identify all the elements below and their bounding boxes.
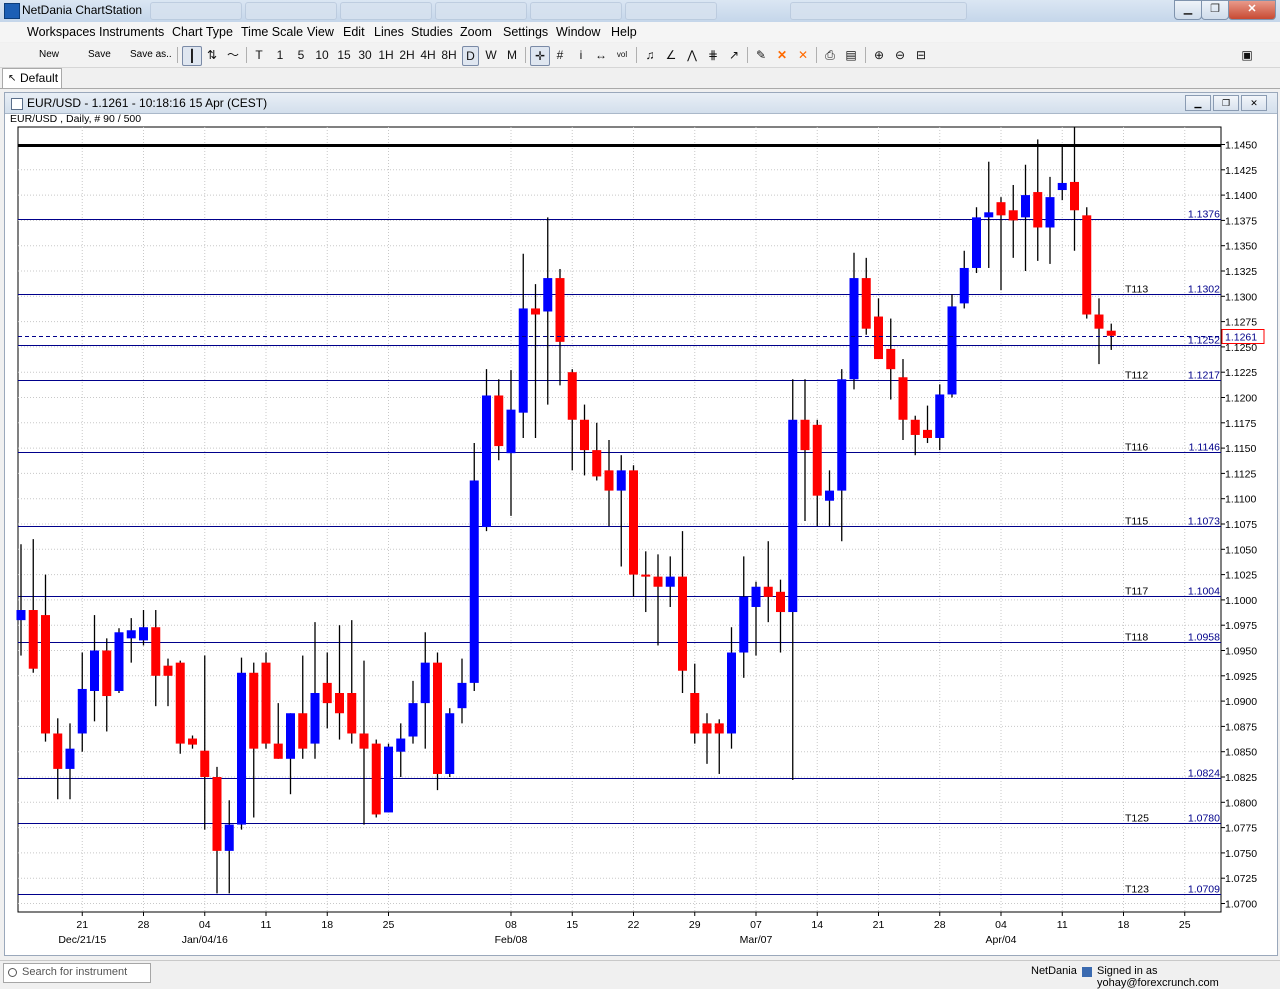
panel-toggle-icon[interactable]: ▣	[1238, 46, 1256, 64]
chart-subtitle: EUR/USD , Daily, # 90 / 500	[10, 113, 142, 125]
save-as-button[interactable]: Save as..	[130, 49, 172, 60]
status-bar: Search for instrument NetDania Signed in…	[0, 960, 1280, 989]
toolbar-separator	[747, 47, 748, 63]
menu-zoom[interactable]: Zoom	[460, 25, 492, 39]
timeframe-15[interactable]: 15	[334, 46, 354, 64]
menu-time-scale[interactable]: Time Scale	[241, 25, 303, 39]
candlestick-chart-icon[interactable]: ┃	[182, 46, 202, 66]
timeframe-1[interactable]: 1	[273, 46, 287, 64]
search-placeholder: Search for instrument	[22, 966, 128, 978]
menu-workspaces[interactable]: Workspaces	[27, 25, 96, 39]
chart-window: EUR/USD - 1.1261 - 10:18:16 15 Apr (CEST…	[4, 92, 1278, 956]
tab-default[interactable]: ↖ Default	[2, 68, 62, 88]
toolbar-separator	[636, 47, 637, 63]
arrow-tool-icon[interactable]: ↗	[725, 46, 743, 64]
zoom-in-icon[interactable]: ⊕	[870, 46, 888, 64]
fibonacci-icon[interactable]: ⋕	[704, 46, 722, 64]
background-tab[interactable]	[435, 2, 527, 20]
brand-label: NetDania	[1031, 965, 1077, 977]
menu-edit[interactable]: Edit	[343, 25, 365, 39]
background-tab[interactable]	[150, 2, 242, 20]
background-tab[interactable]	[790, 2, 967, 20]
background-tab[interactable]	[530, 2, 622, 20]
menu-view[interactable]: View	[307, 25, 334, 39]
menu-chart-type[interactable]: Chart Type	[172, 25, 233, 39]
tab-arrow-icon: ↖	[8, 73, 17, 84]
chart-window-title: EUR/USD - 1.1261 - 10:18:16 15 Apr (CEST…	[27, 96, 268, 110]
chart-close-button[interactable]: ✕	[1241, 95, 1267, 111]
volume-icon[interactable]: vol	[613, 46, 631, 64]
toolbar-separator	[816, 47, 817, 63]
instrument-search[interactable]: Search for instrument	[3, 963, 151, 983]
alert-bell-icon[interactable]: ♫	[641, 46, 659, 64]
chart-window-titlebar: EUR/USD - 1.1261 - 10:18:16 15 Apr (CEST…	[5, 93, 1277, 114]
menu-instruments[interactable]: Instruments	[99, 25, 164, 39]
grid-icon[interactable]: #	[551, 46, 569, 64]
minimize-window-button[interactable]: ▁	[1174, 0, 1202, 20]
trendline-icon[interactable]: ∠	[662, 46, 680, 64]
save-button[interactable]: Save	[88, 49, 111, 60]
new-button[interactable]: New	[39, 49, 59, 60]
timeframe-30[interactable]: 30	[355, 46, 375, 64]
timeframe-5[interactable]: 5	[294, 46, 308, 64]
pencil-icon[interactable]: ✎	[752, 46, 770, 64]
channel-icon[interactable]: ⋀	[683, 46, 701, 64]
chart-minimize-button[interactable]: ▁	[1185, 95, 1211, 111]
workspace-tabstrip: ↖ Default	[0, 68, 1280, 89]
bar-chart-icon[interactable]: ⇅	[203, 46, 221, 64]
timeframe-8h[interactable]: 8H	[439, 46, 459, 64]
timeframe-t[interactable]: T	[252, 46, 266, 64]
timeframe-m[interactable]: M	[504, 46, 520, 64]
toolbar: New Save Save as.. ┃ ⇅ 〜 T 1 5 10 15 30 …	[0, 43, 1280, 68]
menu-bar: Workspaces Instruments Chart Type Time S…	[0, 22, 1280, 42]
app-icon	[4, 3, 20, 19]
menu-studies[interactable]: Studies	[411, 25, 453, 39]
info-icon[interactable]: i	[572, 46, 590, 64]
search-icon	[8, 968, 17, 977]
toolbar-separator	[865, 47, 866, 63]
tab-default-label: Default	[20, 71, 59, 85]
scroll-arrows-icon[interactable]: ↔	[592, 46, 610, 64]
timeframe-d[interactable]: D	[462, 46, 479, 66]
background-tab[interactable]	[625, 2, 717, 20]
print-preview-icon[interactable]: ▤	[842, 46, 860, 64]
app-titlebar: NetDania ChartStation ▁ ❐ ✕	[0, 0, 1280, 23]
timeframe-2h[interactable]: 2H	[397, 46, 417, 64]
delete-drawing-icon[interactable]: ✕	[773, 46, 791, 64]
timeframe-1h[interactable]: 1H	[376, 46, 396, 64]
delete-all-icon[interactable]: ✕	[794, 46, 812, 64]
line-chart-icon[interactable]: 〜	[224, 46, 242, 64]
toolbar-separator	[525, 47, 526, 63]
signed-in-icon	[1082, 967, 1092, 977]
toolbar-separator	[177, 47, 178, 63]
toolbar-separator	[246, 47, 247, 63]
signed-in-label: Signed in as yohay@forexcrunch.com	[1097, 965, 1219, 989]
menu-help[interactable]: Help	[611, 25, 637, 39]
maximize-window-button[interactable]: ❐	[1201, 0, 1229, 20]
app-title: NetDania ChartStation	[22, 3, 143, 17]
chart-restore-button[interactable]: ❐	[1213, 95, 1239, 111]
menu-lines[interactable]: Lines	[374, 25, 404, 39]
timeframe-10[interactable]: 10	[312, 46, 332, 64]
menu-settings[interactable]: Settings	[503, 25, 548, 39]
zoom-out-icon[interactable]: ⊖	[891, 46, 909, 64]
print-icon[interactable]: ⎙	[821, 46, 839, 64]
crosshair-icon[interactable]: ✛	[530, 46, 550, 66]
background-tab[interactable]	[340, 2, 432, 20]
timeframe-w[interactable]: W	[483, 46, 499, 64]
zoom-fit-icon[interactable]: ⊟	[912, 46, 930, 64]
timeframe-4h[interactable]: 4H	[418, 46, 438, 64]
menu-window[interactable]: Window	[556, 25, 600, 39]
close-window-button[interactable]: ✕	[1228, 0, 1276, 20]
chart-window-icon	[11, 98, 23, 110]
background-tab[interactable]	[245, 2, 337, 20]
